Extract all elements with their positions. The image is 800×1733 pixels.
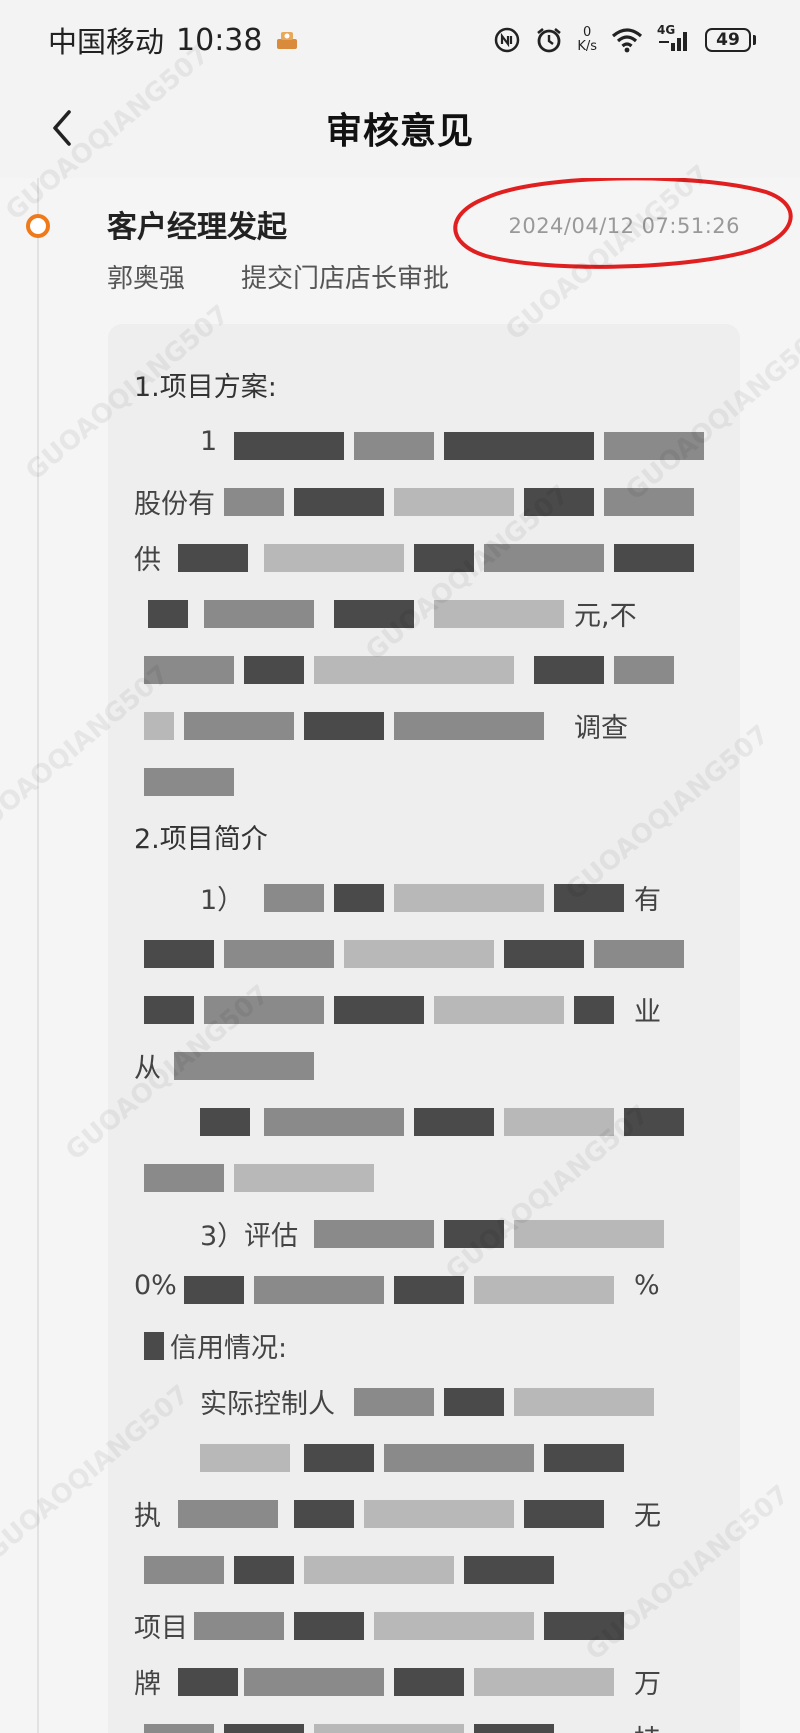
network-speed: 0 K/s [577,26,597,54]
text-fragment: 信用情况: [170,1333,288,1364]
redacted-line [134,1542,714,1598]
text-fragment: 股份有 [134,489,215,520]
timeline-node-meta: 郭奥强 提交门店店长审批 [107,258,449,295]
text-fragment: 项目 [134,1613,188,1644]
section-heading-1: 1.项目方案: [134,372,277,403]
wifi-icon [611,27,643,53]
back-button[interactable] [36,102,88,154]
redacted-line: 元,不 [134,586,714,642]
text-fragment: 元,不 [574,601,637,632]
redacted-line: 调查 [134,698,714,754]
network-speed-value: 0 [583,25,592,40]
text-fragment: 调查 [574,713,628,744]
redacted-line: 3）评估 [134,1206,714,1262]
battery-tip [753,35,756,45]
redacted-line [134,1430,714,1486]
redacted-line [134,1150,714,1206]
text-fragment: 万 [634,1669,661,1700]
network-speed-unit: K/s [577,39,597,54]
text-fragment: 0% [134,1270,177,1301]
status-bar: 中国移动 10:38 0 K/s 4G 49 [0,0,800,80]
redacted-line [134,926,714,982]
timeline-node-timestamp: 2024/04/12 07:51:26 [508,214,740,238]
redacted-line [134,642,714,698]
timeline-line [37,178,39,1733]
redacted-line: 项目 [134,1598,714,1654]
redacted-line: 信用情况: [134,1318,714,1374]
redacted-line: 从 [134,1038,714,1094]
page-title: 审核意见 [325,111,474,152]
timeline-node-title: 客户经理发起 [107,210,287,245]
nav-header: 审核意见 [0,80,800,176]
redacted-line: 持 [134,1710,714,1733]
battery-level: 49 [705,28,751,52]
text-fragment: 3）评估 [200,1221,299,1252]
status-right: 0 K/s 4G 49 [493,23,756,54]
alarm-icon [535,26,563,54]
chevron-left-icon [53,110,71,146]
text-fragment: 牌 [134,1669,161,1700]
redacted-line: 1 [134,418,714,474]
redacted-line: 实际控制人 [134,1374,714,1430]
approval-timeline: 客户经理发起 2024/04/12 07:51:26 郭奥强 提交门店店长审批 … [0,39,800,1733]
redacted-line: 牌 万 [134,1654,714,1710]
text-fragment: 无 [634,1501,661,1532]
text-fragment: 业 [634,997,661,1028]
operator-name: 郭奥强 [107,264,186,294]
opinion-content-box: 1.项目方案: 1 股份有 供 元,不 调查 2.项目简介 1） 有 业 从 3… [108,324,740,1733]
cellular-signal-icon: 4G [657,23,691,53]
text-fragment: 执 [134,1501,161,1532]
watermark-text: GUOAOQIANG507 [500,159,716,347]
redacted-line: 1） 有 [134,870,714,926]
carrier-name: 中国移动 [48,25,165,59]
redacted-line: 业 [134,982,714,1038]
text-fragment: 供 [134,545,161,576]
redacted-line: 股份有 [134,474,714,530]
status-left: 中国移动 10:38 [48,19,300,61]
redacted-line: 执 无 [134,1486,714,1542]
battery-indicator: 49 [705,28,756,52]
app-notification-icon [274,27,300,53]
text-fragment: 1） [200,885,245,916]
text-fragment: 有 [634,885,661,916]
text-fragment: 从 [134,1053,161,1084]
screen: 中国移动 10:38 0 K/s 4G 49 审核意见 客户经理发起 2024/… [0,0,800,1733]
nfc-icon [493,26,521,54]
text-fragment: 实际控制人 [200,1389,335,1420]
status-time: 10:38 [176,22,263,58]
text-fragment: 1 [200,426,218,457]
redacted-line [134,754,714,810]
text-fragment: % [634,1270,660,1301]
timeline-node-dot [26,214,50,238]
network-type-label: 4G [657,23,676,37]
action-description: 提交门店店长审批 [241,264,450,294]
redacted-line [134,1094,714,1150]
redacted-line: 0% % [134,1262,714,1318]
section-heading-2: 2.项目简介 [134,824,268,855]
text-fragment: 持 [634,1718,661,1733]
redacted-line: 供 [134,530,714,586]
